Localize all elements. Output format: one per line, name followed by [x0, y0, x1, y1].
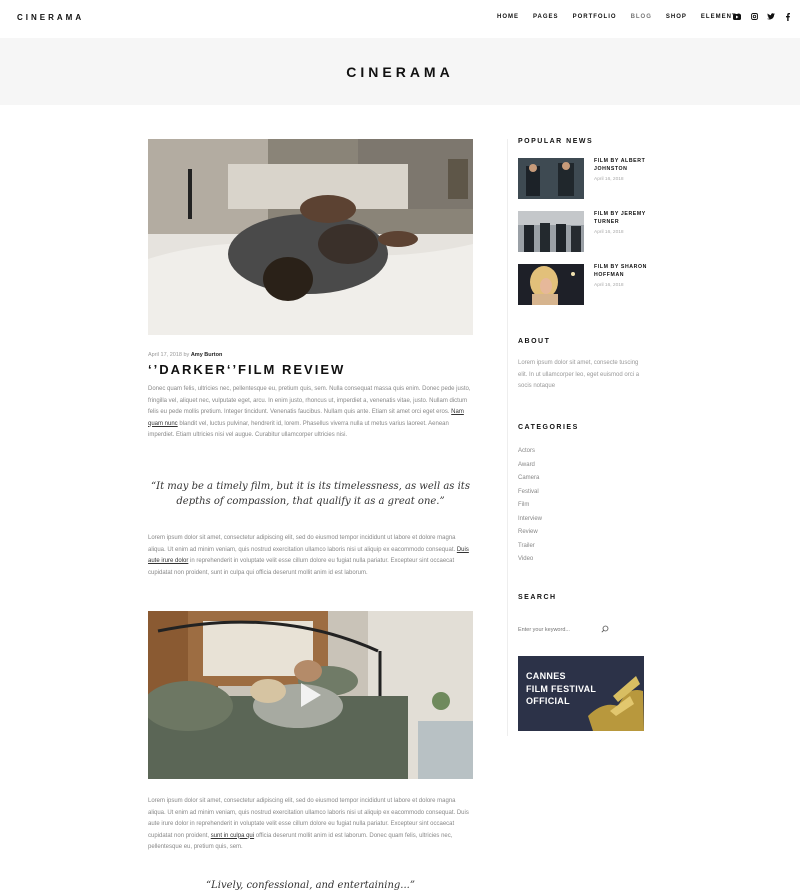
inline-link[interactable]: sunt in culpa qui	[211, 833, 254, 839]
nav-portfolio[interactable]: PORTFOLIO	[573, 14, 617, 20]
category-review[interactable]: Review	[518, 526, 542, 540]
popular-news-thumbnail[interactable]	[518, 158, 584, 199]
post-paragraph-3: Lorem ipsum dolor sit amet, consectetur …	[148, 796, 473, 854]
play-icon[interactable]	[148, 611, 473, 779]
popular-news-date: April 16, 2018	[594, 230, 624, 235]
popular-news-date: April 16, 2018	[594, 177, 624, 182]
main-nav: HOME PAGES PORTFOLIO BLOG SHOP ELEMENTS	[497, 14, 756, 20]
about-heading: ABOUT	[518, 338, 551, 345]
nav-shop[interactable]: SHOP	[666, 14, 687, 20]
categories-list: Actors Award Camera Festival Film Interv…	[518, 445, 542, 567]
post-paragraph-2: Lorem ipsum dolor sit amet, consectetur …	[148, 533, 473, 579]
category-festival[interactable]: Festival	[518, 486, 542, 500]
twitter-icon[interactable]	[767, 12, 775, 21]
popular-news-title[interactable]: FILM BY JEREMY TURNER	[594, 211, 658, 226]
youtube-icon[interactable]	[733, 12, 741, 21]
site-header: CINERAMA HOME PAGES PORTFOLIO BLOG SHOP …	[0, 0, 800, 38]
search-input[interactable]	[518, 627, 598, 633]
blockquote-1: “It may be a timely film, but it is its …	[151, 481, 470, 507]
popular-news-thumbnail[interactable]	[518, 211, 584, 252]
cannes-banner[interactable]: CANNES FILM FESTIVAL OFFICIAL	[518, 656, 644, 731]
paragraph-text: blandit vel, luctus pulvinar, hendrerit …	[148, 420, 449, 439]
popular-news-date: April 16, 2018	[594, 283, 624, 288]
category-award[interactable]: Award	[518, 459, 542, 473]
nav-home[interactable]: HOME	[497, 14, 519, 20]
search-heading: SEARCH	[518, 594, 557, 601]
popular-news-heading: POPULAR NEWS	[518, 138, 594, 145]
post-by: by	[183, 352, 190, 358]
popular-news-thumbnail[interactable]	[518, 264, 584, 305]
about-text: Lorem ipsum dolor sit amet, consecte tus…	[518, 360, 640, 389]
search-icon[interactable]	[601, 620, 609, 638]
nav-blog[interactable]: BLOG	[631, 14, 652, 20]
page-title: CINERAMA	[346, 64, 454, 80]
category-interview[interactable]: Interview	[518, 513, 542, 527]
category-video[interactable]: Video	[518, 553, 542, 567]
categories-heading: CATEGORIES	[518, 424, 579, 431]
nav-pages[interactable]: PAGES	[533, 14, 559, 20]
facebook-icon[interactable]	[784, 12, 792, 21]
category-actors[interactable]: Actors	[518, 445, 542, 459]
post-featured-image[interactable]	[148, 139, 473, 335]
banner-line: FILM FESTIVAL	[526, 683, 597, 694]
paragraph-text: Donec quam felis, ultricies nec, pellent…	[148, 386, 471, 415]
popular-news-item[interactable]: FILM BY ALBERT JOHNSTON April 16, 2018	[518, 158, 658, 200]
post-paragraph-1: Donec quam felis, ultricies nec, pellent…	[148, 384, 473, 442]
post-author[interactable]: Amy Burton	[191, 352, 222, 358]
popular-news-title[interactable]: FILM BY ALBERT JOHNSTON	[594, 158, 658, 173]
popular-news-item[interactable]: FILM BY SHARON HOFFMAN April 16, 2018	[518, 264, 658, 306]
post-meta: April 17, 2018 by Amy Burton	[148, 352, 222, 358]
banner-text: CANNES FILM FESTIVAL OFFICIAL	[526, 670, 596, 708]
post-date[interactable]: April 17, 2018	[148, 352, 182, 358]
paragraph-text: Lorem ipsum dolor sit amet, consectetur …	[148, 535, 456, 553]
banner-line: CANNES	[526, 671, 566, 681]
site-logo[interactable]: CINERAMA	[17, 13, 84, 22]
blockquote-2: “Lively, confessional, and entertaining.…	[206, 880, 415, 890]
banner-line: OFFICIAL	[526, 696, 570, 706]
sidebar-divider	[507, 139, 508, 736]
category-camera[interactable]: Camera	[518, 472, 542, 486]
instagram-icon[interactable]	[750, 12, 758, 21]
page-title-band: CINERAMA	[0, 38, 800, 105]
social-links	[733, 12, 792, 21]
post-title: ‘’DARKER‘’FILM REVIEW	[148, 362, 346, 377]
category-trailer[interactable]: Trailer	[518, 540, 542, 554]
search-form	[518, 618, 609, 633]
popular-news-title[interactable]: FILM BY SHARON HOFFMAN	[594, 264, 658, 279]
paragraph-text: in reprehenderit in voluptate velit esse…	[148, 558, 455, 576]
category-film[interactable]: Film	[518, 499, 542, 513]
popular-news-item[interactable]: FILM BY JEREMY TURNER April 16, 2018	[518, 211, 658, 253]
